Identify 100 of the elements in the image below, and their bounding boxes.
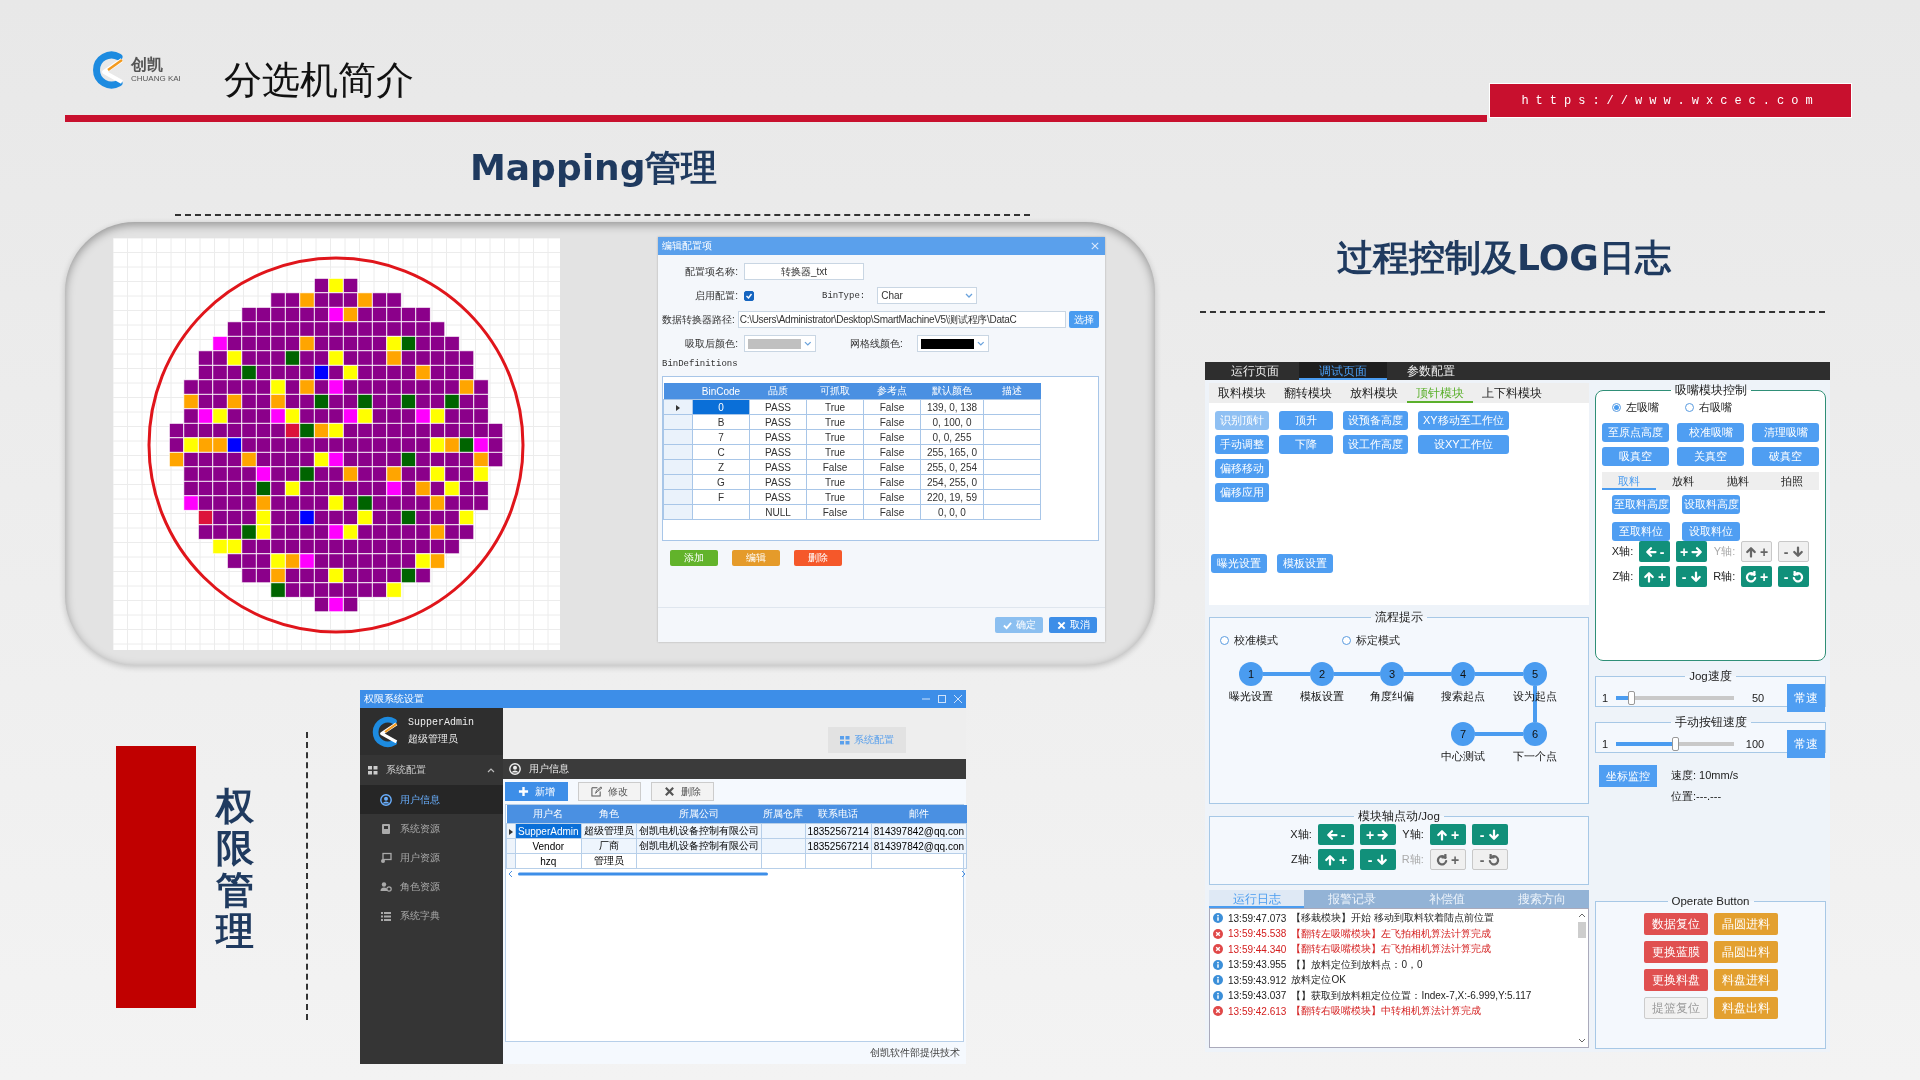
- color-dropdown[interactable]: [916, 335, 989, 352]
- action-button[interactable]: 常速: [1787, 684, 1825, 712]
- module-tab[interactable]: 顶针模块: [1407, 383, 1473, 403]
- operate-button[interactable]: 提篮复位: [1643, 997, 1708, 1019]
- operate-button[interactable]: 晶圆进料: [1713, 913, 1778, 935]
- module-tab[interactable]: 上下料模块: [1473, 383, 1551, 403]
- jog-button[interactable]: +: [1676, 541, 1708, 562]
- jog-button[interactable]: +: [1317, 849, 1354, 870]
- module-tab[interactable]: 翻转模块: [1275, 383, 1341, 403]
- delete-button[interactable]: 删除: [651, 782, 714, 801]
- action-button[interactable]: 常速: [1787, 730, 1825, 758]
- menu-group[interactable]: 系统配置: [360, 755, 503, 785]
- action-button[interactable]: 设预备高度: [1343, 411, 1408, 430]
- checkbox[interactable]: [744, 290, 754, 301]
- jog-button[interactable]: -: [1676, 566, 1708, 587]
- jog-button[interactable]: +: [1741, 566, 1773, 587]
- minimize-icon[interactable]: [922, 695, 930, 703]
- radio-button[interactable]: [1342, 636, 1351, 645]
- menu-item[interactable]: 系统资源: [360, 814, 503, 843]
- action-button[interactable]: 手动调整: [1215, 435, 1269, 454]
- log-tab[interactable]: 运行日志: [1209, 890, 1304, 908]
- error-icon: [1213, 944, 1223, 954]
- operate-button[interactable]: 晶圆出料: [1713, 941, 1778, 963]
- nozzle-tab[interactable]: 取料: [1602, 472, 1657, 490]
- action-button[interactable]: 吸真空: [1602, 447, 1669, 466]
- menu-item[interactable]: 角色资源: [360, 872, 503, 901]
- jog-button[interactable]: -: [1317, 824, 1354, 845]
- menu-item[interactable]: 用户资源: [360, 843, 503, 872]
- add-button[interactable]: 新增: [505, 782, 568, 801]
- close-icon[interactable]: [954, 695, 962, 703]
- action-button[interactable]: 下降: [1279, 435, 1333, 454]
- jog-button[interactable]: -: [1778, 566, 1810, 587]
- action-button[interactable]: 校准吸嘴: [1677, 423, 1744, 442]
- edit-button[interactable]: 修改: [578, 782, 641, 801]
- system-config-button[interactable]: 系统配置: [828, 727, 906, 753]
- action-button[interactable]: 设XY工作位: [1418, 435, 1509, 454]
- jog-button[interactable]: +: [1429, 824, 1466, 845]
- text-field[interactable]: 转换器_txt: [744, 263, 864, 280]
- action-button[interactable]: 设工作高度: [1343, 435, 1408, 454]
- action-button[interactable]: 添加: [670, 550, 718, 566]
- color-dropdown[interactable]: [744, 335, 816, 352]
- operate-button[interactable]: 料盘出料: [1713, 997, 1778, 1019]
- action-button[interactable]: 编辑: [732, 550, 780, 566]
- slider-thumb[interactable]: [1628, 691, 1636, 705]
- menu-item[interactable]: 用户信息: [360, 785, 503, 814]
- module-tab[interactable]: 取料模块: [1209, 383, 1275, 403]
- slider-thumb[interactable]: [1672, 737, 1680, 751]
- step-label: 模板设置: [1300, 690, 1344, 702]
- action-button[interactable]: 设取料高度: [1682, 495, 1740, 514]
- log-tab[interactable]: 补偿值: [1399, 890, 1494, 908]
- action-button[interactable]: 破真空: [1752, 447, 1819, 466]
- nozzle-tab[interactable]: 放料: [1656, 472, 1711, 490]
- table-cell: False: [863, 399, 921, 415]
- log-message: 【】获取到放料粗定位位置：Index-7,X:-6.999,Y:5.117: [1291, 988, 1532, 1003]
- action-button[interactable]: 至原点高度: [1602, 423, 1669, 442]
- monitor-icon: [380, 851, 392, 864]
- jog-button[interactable]: +: [1359, 824, 1396, 845]
- close-icon[interactable]: [1091, 242, 1099, 250]
- log-tab[interactable]: 报警记录: [1304, 890, 1399, 908]
- path-field[interactable]: C:\Users\Administrator\Desktop\SmartMachineV5\测试程序\DataC: [737, 311, 1066, 328]
- radio-button[interactable]: [1685, 403, 1694, 412]
- action-button[interactable]: 设取料位: [1682, 522, 1740, 541]
- action-button[interactable]: 至取料高度: [1612, 495, 1670, 514]
- dropdown[interactable]: Char: [877, 287, 978, 304]
- jog-button[interactable]: -: [1359, 849, 1396, 870]
- action-button[interactable]: 至取料位: [1612, 522, 1670, 541]
- nozzle-tab[interactable]: 拍照: [1764, 472, 1819, 490]
- operate-button[interactable]: 更换蓝膜: [1643, 941, 1708, 963]
- axis-label: R轴:: [1401, 852, 1424, 867]
- jog-button[interactable]: +: [1639, 566, 1671, 587]
- log-tab[interactable]: 搜索方向: [1494, 890, 1589, 908]
- action-button[interactable]: 删除: [794, 550, 842, 566]
- step-node: 7: [1451, 722, 1475, 746]
- operate-button[interactable]: 料盘进料: [1713, 969, 1778, 991]
- action-button[interactable]: 清理吸嘴: [1752, 423, 1819, 442]
- cancel-button[interactable]: 取消: [1049, 617, 1097, 633]
- action-button[interactable]: 关真空: [1677, 447, 1744, 466]
- operate-button[interactable]: 更换料盘: [1643, 969, 1708, 991]
- action-button[interactable]: 偏移应用: [1215, 483, 1269, 502]
- menu-item[interactable]: 系统字典: [360, 901, 503, 930]
- action-button[interactable]: 模板设置: [1277, 554, 1333, 573]
- page-tab[interactable]: 调试页面: [1299, 362, 1387, 380]
- action-button[interactable]: 顶升: [1279, 411, 1333, 430]
- jog-button[interactable]: -: [1471, 824, 1508, 845]
- page-tab[interactable]: 参数配置: [1387, 362, 1475, 380]
- nozzle-tab[interactable]: 抛料: [1710, 472, 1765, 490]
- choose-button[interactable]: 选择: [1069, 311, 1099, 328]
- radio-button[interactable]: [1612, 403, 1621, 412]
- module-tab[interactable]: 放料模块: [1341, 383, 1407, 403]
- confirm-button[interactable]: 确定: [995, 617, 1043, 633]
- jog-button[interactable]: -: [1639, 541, 1671, 562]
- action-button[interactable]: XY移动至工作位: [1418, 411, 1509, 430]
- table-cell: False: [863, 429, 921, 445]
- action-button[interactable]: 坐标监控: [1599, 765, 1657, 787]
- maximize-icon[interactable]: [938, 695, 946, 703]
- operate-button[interactable]: 数据复位: [1643, 913, 1708, 935]
- action-button[interactable]: 偏移移动: [1215, 459, 1269, 478]
- radio-button[interactable]: [1220, 636, 1229, 645]
- page-tab[interactable]: 运行页面: [1211, 362, 1299, 380]
- action-button[interactable]: 曝光设置: [1211, 554, 1267, 573]
